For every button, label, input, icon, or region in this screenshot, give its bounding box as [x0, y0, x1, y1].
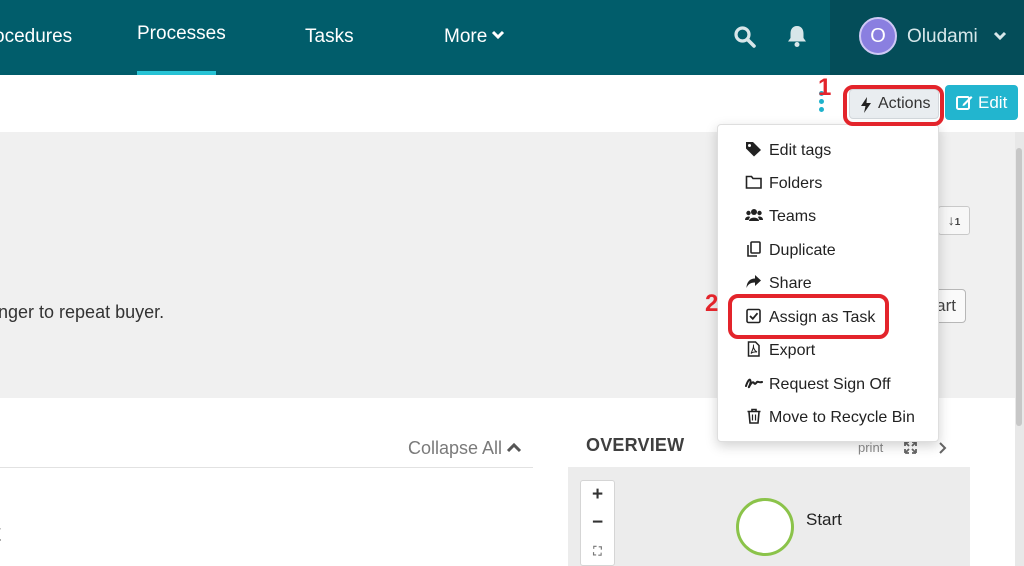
start-node[interactable]: [736, 498, 794, 556]
nav-procedures[interactable]: ocedures: [0, 0, 72, 75]
menu-item-folders[interactable]: Folders: [745, 172, 822, 196]
menu-item-label: Share: [769, 275, 812, 292]
pdf-file-icon: [747, 341, 760, 357]
chevron-up-icon: [507, 443, 522, 453]
share-icon: [746, 275, 761, 288]
nav-processes[interactable]: Processes: [137, 0, 226, 72]
avatar: O: [859, 17, 897, 55]
start-button-label: art: [936, 296, 956, 315]
chevron-right-icon[interactable]: [938, 441, 948, 455]
users-icon: [745, 209, 763, 221]
top-navigation: ocedures Processes Tasks More O Oludami: [0, 0, 1024, 75]
actions-dropdown-menu: Edit tags Folders Teams Duplicate Share …: [717, 124, 939, 442]
start-node-label: Start: [806, 510, 842, 529]
scrollbar-thumb[interactable]: [1016, 148, 1022, 426]
menu-item-duplicate[interactable]: Duplicate: [745, 239, 836, 263]
menu-item-edit-tags[interactable]: Edit tags: [745, 139, 831, 163]
copy-icon: [747, 241, 761, 257]
fit-view-icon[interactable]: ⛶: [581, 537, 614, 565]
menu-item-label: Export: [769, 342, 816, 359]
user-name: Oludami: [907, 26, 978, 47]
chevron-down-icon: [492, 31, 505, 40]
annotation-step-2: 2: [705, 290, 719, 317]
tag-icon: [746, 142, 761, 157]
menu-item-label: Teams: [769, 208, 817, 225]
zoom-controls: + − ⛶: [580, 480, 615, 566]
nav-more[interactable]: More: [444, 0, 505, 75]
print-link[interactable]: print: [858, 440, 883, 455]
menu-item-move-to-recycle-bin[interactable]: Move to Recycle Bin: [745, 406, 915, 430]
menu-item-label: Edit tags: [769, 142, 832, 159]
annotation-highlight-assign-task: [728, 294, 889, 339]
menu-item-label: Request Sign Off: [769, 376, 891, 393]
step-title-partial: t: [0, 520, 1, 548]
collapse-all-label: Collapse All: [408, 438, 503, 458]
edit-icon: [956, 96, 973, 110]
chevron-down-icon: [993, 31, 1007, 41]
user-menu[interactable]: O Oludami: [830, 0, 1024, 75]
zoom-out-button[interactable]: −: [581, 509, 614, 537]
edit-button[interactable]: Edit: [945, 85, 1018, 120]
signature-icon: [745, 378, 763, 389]
nav-tasks[interactable]: Tasks: [305, 0, 354, 75]
zoom-in-button[interactable]: +: [581, 481, 614, 509]
process-description: nger to repeat buyer.: [0, 302, 165, 322]
menu-item-export[interactable]: Export: [745, 339, 815, 363]
sort-numeric-icon[interactable]: ↓1: [938, 206, 970, 235]
expand-icon[interactable]: [904, 441, 917, 454]
bell-icon[interactable]: [786, 24, 808, 48]
annotation-step-1: 1: [818, 74, 832, 101]
search-icon[interactable]: [733, 25, 757, 49]
menu-item-share[interactable]: Share: [745, 272, 812, 296]
menu-item-label: Move to Recycle Bin: [769, 409, 915, 426]
edit-label: Edit: [978, 93, 1008, 112]
folder-icon: [745, 175, 762, 189]
menu-item-teams[interactable]: Teams: [745, 205, 816, 229]
menu-item-label: Folders: [769, 175, 823, 192]
menu-item-label: Duplicate: [769, 242, 836, 259]
annotation-highlight-actions: [843, 85, 944, 126]
section-divider: [0, 467, 533, 468]
overview-title: OVERVIEW: [586, 435, 685, 455]
menu-item-request-sign-off[interactable]: Request Sign Off: [745, 373, 891, 397]
trash-icon: [747, 408, 761, 424]
nav-more-label: More: [444, 26, 488, 47]
collapse-all-button[interactable]: Collapse All: [408, 438, 522, 459]
